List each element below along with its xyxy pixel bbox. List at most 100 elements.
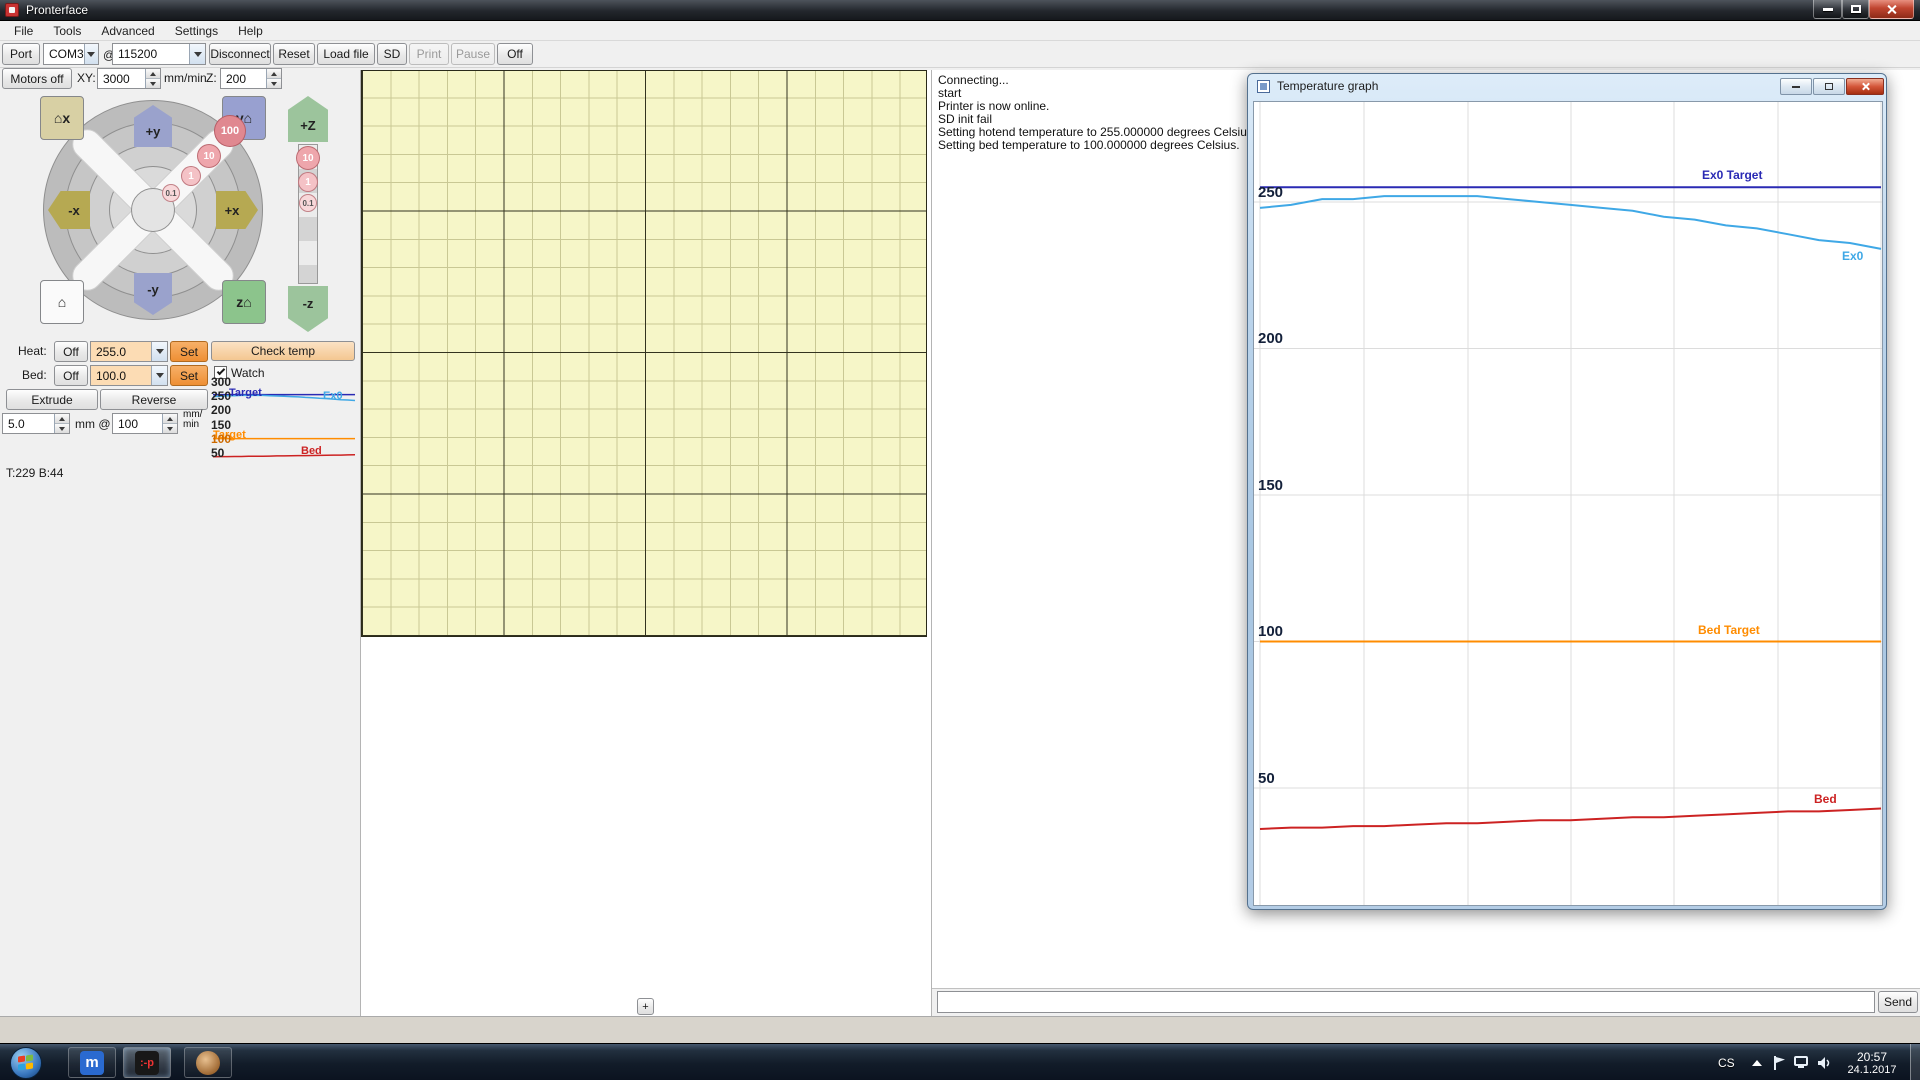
close-button[interactable] [1869, 0, 1914, 19]
motors-off-button[interactable]: Motors off [2, 68, 72, 89]
expand-button[interactable]: + [637, 998, 654, 1015]
ytick-100: 100 [1258, 623, 1283, 640]
heat-temp-select[interactable]: 255.0 [90, 341, 168, 362]
reset-button[interactable]: Reset [273, 43, 315, 65]
off-button[interactable]: Off [497, 43, 533, 65]
mini-ytick-150: 150 [211, 418, 231, 432]
taskbar-app-filemanager[interactable]: m [68, 1047, 116, 1078]
heat-off-button[interactable]: Off [54, 341, 88, 362]
heat-set-button[interactable]: Set [170, 341, 208, 362]
close-icon [1861, 82, 1870, 91]
bed-temp-select[interactable]: 100.0 [90, 365, 168, 386]
send-button[interactable]: Send [1878, 991, 1918, 1013]
print-bed-grid[interactable] [361, 70, 927, 637]
chevron-down-icon[interactable] [189, 44, 205, 64]
stepper-arrows[interactable] [266, 69, 281, 88]
maximize-icon [1825, 83, 1833, 90]
home-x-button[interactable]: ⌂x [40, 96, 84, 140]
check-icon [217, 367, 225, 375]
disconnect-button[interactable]: Disconnect [209, 43, 271, 65]
jog-minus-z-button[interactable]: -z [288, 286, 328, 332]
jog-plus-z-button[interactable]: +Z [288, 96, 328, 142]
menu-advanced[interactable]: Advanced [93, 22, 162, 40]
extrude-length-stepper[interactable]: 5.0 [2, 413, 70, 434]
menu-help[interactable]: Help [230, 22, 271, 40]
jog-step-01-badge[interactable]: 0.1 [162, 184, 180, 202]
app-icon [5, 3, 19, 17]
taskbar: m :-p CS 20:57 24.1.2017 [0, 1043, 1920, 1080]
z-step-1-badge[interactable]: 1 [298, 172, 318, 192]
bed-off-button[interactable]: Off [54, 365, 88, 386]
extrude-speed-stepper[interactable]: 100 [112, 413, 178, 434]
stepper-arrows[interactable] [162, 414, 177, 433]
tray-expand-icon[interactable] [1752, 1060, 1762, 1066]
xy-speed-stepper[interactable]: 3000 [97, 68, 161, 89]
xy-unit-label: mm/min [164, 71, 207, 85]
show-desktop-button[interactable] [1910, 1044, 1920, 1080]
tray-volume-icon[interactable] [1817, 1056, 1831, 1070]
temp-maximize-button[interactable] [1813, 78, 1845, 95]
tray-language-indicator[interactable]: CS [1718, 1056, 1735, 1070]
tray-date: 24.1.2017 [1848, 1064, 1897, 1076]
mini-temp-graph[interactable]: Target Target 300 250 200 150 100 50 Ex0… [211, 377, 357, 461]
jog-step-100-badge[interactable]: 100 [214, 115, 246, 147]
bed-set-button[interactable]: Set [170, 365, 208, 386]
print-button[interactable]: Print [409, 43, 449, 65]
tray-clock[interactable]: 20:57 24.1.2017 [1840, 1047, 1904, 1078]
mini-bed-label: Bed [301, 445, 322, 457]
stepper-arrows[interactable] [145, 69, 160, 88]
tray-flag-icon[interactable] [1772, 1055, 1786, 1071]
temp-close-button[interactable] [1846, 78, 1884, 95]
temp-chart [1254, 102, 1882, 905]
chevron-down-icon[interactable] [151, 366, 167, 385]
windows-flag-icon [18, 1055, 34, 1071]
extrude-button[interactable]: Extrude [6, 389, 98, 410]
z-speed-stepper[interactable]: 200 [220, 68, 282, 89]
pause-button[interactable]: Pause [451, 43, 495, 65]
ytick-250: 250 [1258, 184, 1283, 201]
z-step-10-badge[interactable]: 10 [296, 146, 320, 170]
chevron-down-icon[interactable] [151, 342, 167, 361]
start-button[interactable] [10, 1047, 42, 1079]
temps-status-text: T:229 B:44 [6, 466, 63, 480]
home-all-button[interactable]: ⌂ [40, 280, 84, 324]
gcode-input[interactable] [937, 991, 1875, 1013]
close-icon [1886, 4, 1897, 15]
temp-graph-canvas: 250 200 150 100 50 Ex0 Target Ex0 Bed Ta… [1253, 101, 1883, 906]
menu-tools[interactable]: Tools [45, 22, 89, 40]
mini-ytick-300: 300 [211, 375, 231, 389]
tray-network-icon[interactable] [1794, 1056, 1810, 1070]
jog-pad: ⌂x y⌂ ⌂ z⌂ -x +x +y -y 100 10 1 0.1 [40, 96, 266, 324]
menu-settings[interactable]: Settings [167, 22, 226, 40]
taskbar-app-pronterface[interactable]: :-p [123, 1047, 171, 1078]
xy-speed-label: XY: [77, 71, 96, 85]
log-line: Setting bed temperature to 100.000000 de… [938, 139, 1240, 152]
paint-app-icon [196, 1051, 220, 1075]
temp-minimize-button[interactable] [1780, 78, 1812, 95]
load-file-button[interactable]: Load file [317, 43, 375, 65]
mini-ytick-100: 100 [211, 432, 231, 446]
mini-ex0-label: Ex0 [323, 390, 343, 402]
stepper-arrows[interactable] [54, 414, 69, 433]
ytick-50: 50 [1258, 770, 1275, 787]
maximize-button[interactable] [1842, 0, 1869, 19]
chevron-down-icon[interactable] [84, 44, 98, 64]
reverse-button[interactable]: Reverse [100, 389, 208, 410]
z-step-01-badge[interactable]: 0.1 [299, 194, 317, 212]
port-button[interactable]: Port [2, 43, 40, 65]
bed-label: Bed: [22, 368, 47, 382]
menu-file[interactable]: File [6, 22, 41, 40]
taskbar-app-gimp[interactable] [184, 1047, 232, 1078]
temp-graph-window[interactable]: Temperature graph 250 200 150 100 50 Ex0… [1247, 73, 1887, 910]
jog-step-1-badge[interactable]: 1 [181, 166, 201, 186]
sd-button[interactable]: SD [377, 43, 407, 65]
home-z-button[interactable]: z⌂ [222, 280, 266, 324]
feed-unit-label: mm/ min [183, 410, 202, 430]
port-select[interactable]: COM3 [43, 43, 99, 65]
minimize-icon [1823, 8, 1833, 11]
minimize-button[interactable] [1813, 0, 1842, 19]
jog-step-10-badge[interactable]: 10 [197, 144, 221, 168]
desktop: Pronterface File Tools Advanced Settings… [0, 0, 1920, 1080]
check-temp-button[interactable]: Check temp [211, 341, 355, 361]
baud-select[interactable]: 115200 [112, 43, 206, 65]
